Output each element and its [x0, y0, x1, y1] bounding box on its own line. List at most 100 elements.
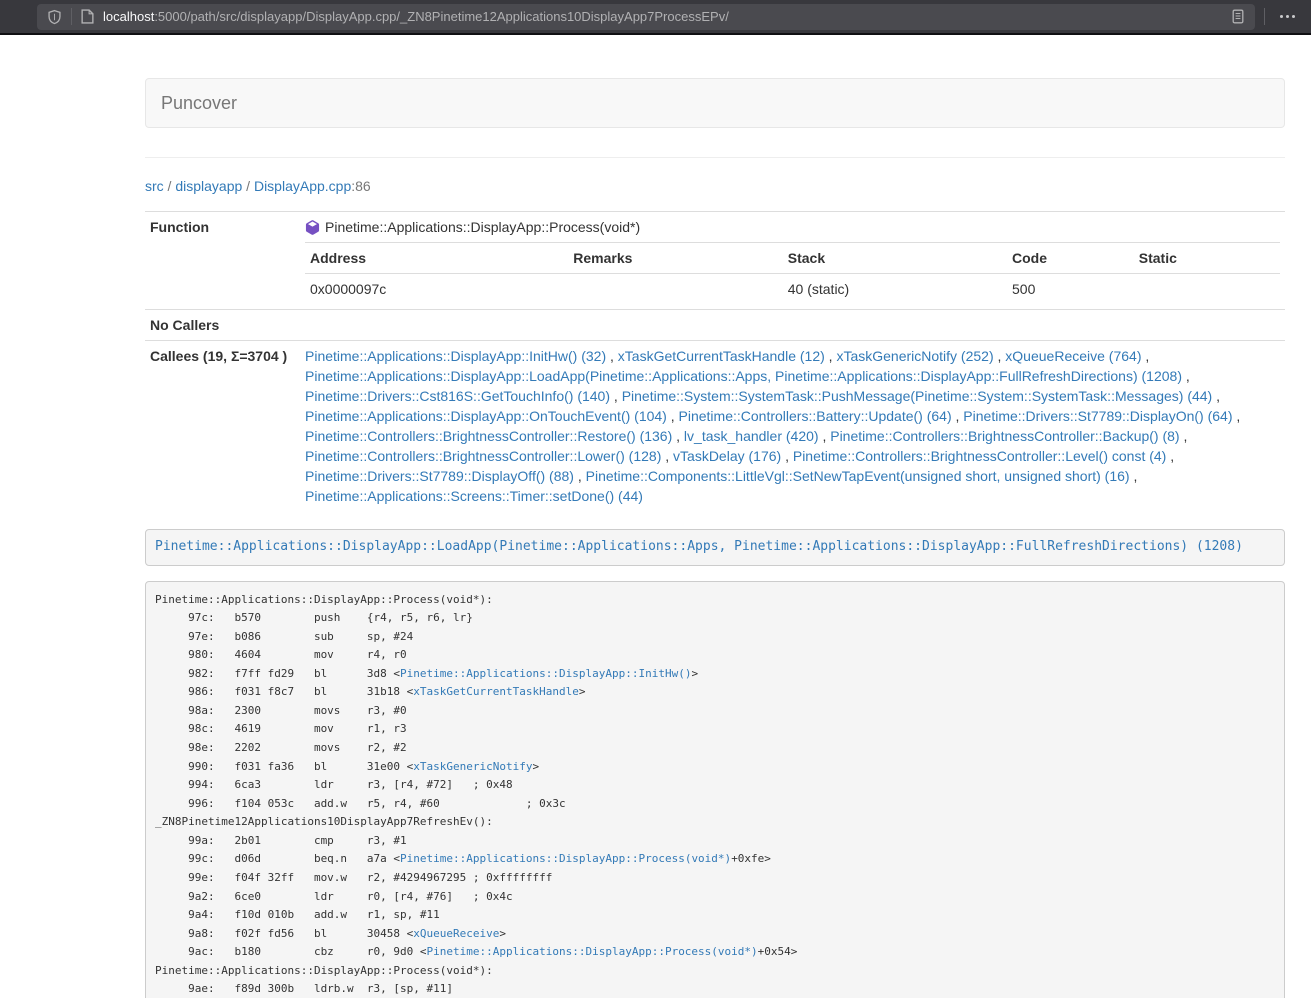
breadcrumb: src / displayapp / DisplayApp.cpp:86 — [145, 176, 1285, 196]
asm-text: 9a8: f02f fd56 bl 30458 < — [155, 927, 413, 940]
browser-toolbar: localhost:5000/path/src/displayapp/Displ… — [0, 0, 1311, 35]
callee-link[interactable]: Pinetime::Controllers::BrightnessControl… — [305, 448, 661, 464]
asm-text: +0xfe> — [731, 852, 771, 865]
callee-link[interactable]: Pinetime::Applications::DisplayApp::Load… — [305, 368, 1182, 384]
callee-link[interactable]: Pinetime::Applications::DisplayApp::OnTo… — [305, 408, 667, 424]
callee-link[interactable]: xTaskGenericNotify (252) — [836, 348, 993, 364]
asm-text: 98c: 4619 mov r1, r3 — [155, 722, 407, 735]
callee-separator: , — [1182, 368, 1190, 384]
asm-symbol-link[interactable]: Pinetime::Applications::DisplayApp::Init… — [400, 667, 691, 680]
callee-separator: , — [667, 408, 679, 424]
asm-text: > — [499, 927, 506, 940]
breadcrumb-separator: / — [164, 178, 176, 194]
package-icon — [305, 220, 320, 235]
asm-symbol-link[interactable]: Pinetime::Applications::DisplayApp::Proc… — [400, 852, 731, 865]
callee-link[interactable]: Pinetime::System::SystemTask::PushMessag… — [622, 388, 1213, 404]
main-content: Puncover src / displayapp / DisplayApp.c… — [145, 78, 1285, 998]
more-tools-icon[interactable] — [1274, 15, 1301, 18]
stats-value-row: 0x0000097c 40 (static)500 — [305, 274, 1280, 305]
callee-link[interactable]: Pinetime::Drivers::St7789::DisplayOn() (… — [963, 408, 1232, 424]
callee-link[interactable]: xQueueReceive (764) — [1005, 348, 1141, 364]
no-callers-row: No Callers — [145, 310, 1285, 341]
asm-text: 98a: 2300 movs r3, #0 — [155, 704, 407, 717]
loadapp-highlight-box: Pinetime::Applications::DisplayApp::Load… — [145, 529, 1285, 566]
asm-text: 990: f031 fa36 bl 31e00 < — [155, 760, 413, 773]
callee-separator: , — [1141, 348, 1149, 364]
toolbar-divider — [1264, 8, 1265, 25]
function-name-line: Pinetime::Applications::DisplayApp::Proc… — [305, 217, 1280, 237]
asm-symbol-link[interactable]: Pinetime::Applications::DisplayApp::Proc… — [427, 945, 758, 958]
stats-header-cell: Stack — [783, 243, 1007, 274]
stats-header-cell: Static — [1134, 243, 1280, 274]
asm-text: > — [691, 667, 698, 680]
page-icon[interactable] — [81, 9, 94, 24]
asm-text: 97e: b086 sub sp, #24 — [155, 630, 413, 643]
callee-separator: , — [819, 428, 831, 444]
asm-text: 996: f104 053c add.w r5, r4, #60 ; 0x3c — [155, 797, 566, 810]
callee-separator: , — [1180, 428, 1188, 444]
asm-text: 986: f031 f8c7 bl 31b18 < — [155, 685, 413, 698]
urlbar-divider — [71, 8, 72, 25]
asm-text: 980: 4604 mov r4, r0 — [155, 648, 407, 661]
breadcrumb-separator: / — [242, 178, 254, 194]
asm-text: 982: f7ff fd29 bl 3d8 < — [155, 667, 400, 680]
stats-header-cell: Address — [305, 243, 568, 274]
no-callers-label: No Callers — [145, 310, 300, 341]
breadcrumb-link[interactable]: src — [145, 178, 164, 194]
callees-row: Callees (19, Σ=3704 ) Pinetime::Applicat… — [145, 341, 1285, 512]
url-text: localhost:5000/path/src/displayapp/Displ… — [103, 9, 729, 24]
url-bar[interactable]: localhost:5000/path/src/displayapp/Displ… — [37, 4, 1255, 30]
breadcrumb-link[interactable]: DisplayApp.cpp — [254, 178, 351, 194]
stats-header-cell: Code — [1007, 243, 1134, 274]
callee-link[interactable]: xTaskGetCurrentTaskHandle (12) — [618, 348, 825, 364]
function-table: Function Pinetime::Applications::Display… — [145, 211, 1285, 511]
callee-link[interactable]: Pinetime::Applications::DisplayApp::Init… — [305, 348, 606, 364]
asm-text: _ZN8Pinetime12Applications10DisplayApp7R… — [155, 815, 493, 828]
callee-link[interactable]: Pinetime::Components::LittleVgl::SetNewT… — [586, 468, 1130, 484]
callee-link[interactable]: Pinetime::Controllers::BrightnessControl… — [830, 428, 1179, 444]
url-path: :5000/path/src/displayapp/DisplayApp.cpp… — [154, 9, 729, 24]
asm-text: 9ac: b180 cbz r0, 9d0 < — [155, 945, 427, 958]
navbar: Puncover — [145, 78, 1285, 128]
asm-symbol-link[interactable]: xTaskGetCurrentTaskHandle — [413, 685, 579, 698]
asm-text: > — [579, 685, 586, 698]
callee-separator: , — [952, 408, 964, 424]
callee-link[interactable]: vTaskDelay (176) — [673, 448, 781, 464]
stats-header-cell: Remarks — [568, 243, 783, 274]
loadapp-link[interactable]: Pinetime::Applications::DisplayApp::Load… — [155, 539, 1243, 554]
function-row: Function Pinetime::Applications::Display… — [145, 212, 1285, 310]
asm-symbol-link[interactable]: xQueueReceive — [413, 927, 499, 940]
asm-text: 98e: 2202 movs r2, #2 — [155, 741, 407, 754]
callee-separator: , — [1212, 388, 1220, 404]
stats-value-cell: 40 (static) — [783, 274, 1007, 305]
asm-text: 99e: f04f 32ff mov.w r2, #4294967295 ; 0… — [155, 871, 552, 884]
divider — [145, 157, 1285, 158]
stats-value-cell — [1134, 274, 1280, 305]
callee-separator: , — [672, 428, 684, 444]
callee-link[interactable]: lv_task_handler (420) — [684, 428, 819, 444]
shield-icon[interactable] — [47, 9, 62, 25]
asm-text: 97c: b570 push {r4, r5, r6, lr} — [155, 611, 473, 624]
callee-separator: , — [1130, 468, 1138, 484]
callee-link[interactable]: Pinetime::Controllers::Battery::Update()… — [679, 408, 952, 424]
stats-value-cell: 500 — [1007, 274, 1134, 305]
callee-link[interactable]: Pinetime::Applications::Screens::Timer::… — [305, 488, 643, 504]
callees-label: Callees (19, Σ=3704 ) — [145, 341, 300, 512]
callee-link[interactable]: Pinetime::Drivers::St7789::DisplayOff() … — [305, 468, 574, 484]
stats-value-cell: 0x0000097c — [305, 274, 568, 305]
breadcrumb-link[interactable]: displayapp — [175, 178, 242, 194]
asm-symbol-link[interactable]: xTaskGenericNotify — [413, 760, 532, 773]
asm-text: > — [533, 760, 540, 773]
asm-text: 9ae: f89d 300b ldrb.w r3, [sp, #11] — [155, 982, 453, 995]
brand-link[interactable]: Puncover — [161, 93, 237, 113]
callee-link[interactable]: Pinetime::Controllers::BrightnessControl… — [793, 448, 1166, 464]
callee-separator: , — [610, 388, 622, 404]
callee-separator: , — [781, 448, 793, 464]
stats-table: AddressRemarksStackCodeStatic 0x0000097c… — [305, 242, 1280, 304]
callee-separator: , — [1233, 408, 1241, 424]
reader-view-icon[interactable] — [1231, 9, 1245, 24]
callee-link[interactable]: Pinetime::Drivers::Cst816S::GetTouchInfo… — [305, 388, 610, 404]
callee-separator: , — [994, 348, 1006, 364]
callee-link[interactable]: Pinetime::Controllers::BrightnessControl… — [305, 428, 672, 444]
callee-separator: , — [574, 468, 586, 484]
